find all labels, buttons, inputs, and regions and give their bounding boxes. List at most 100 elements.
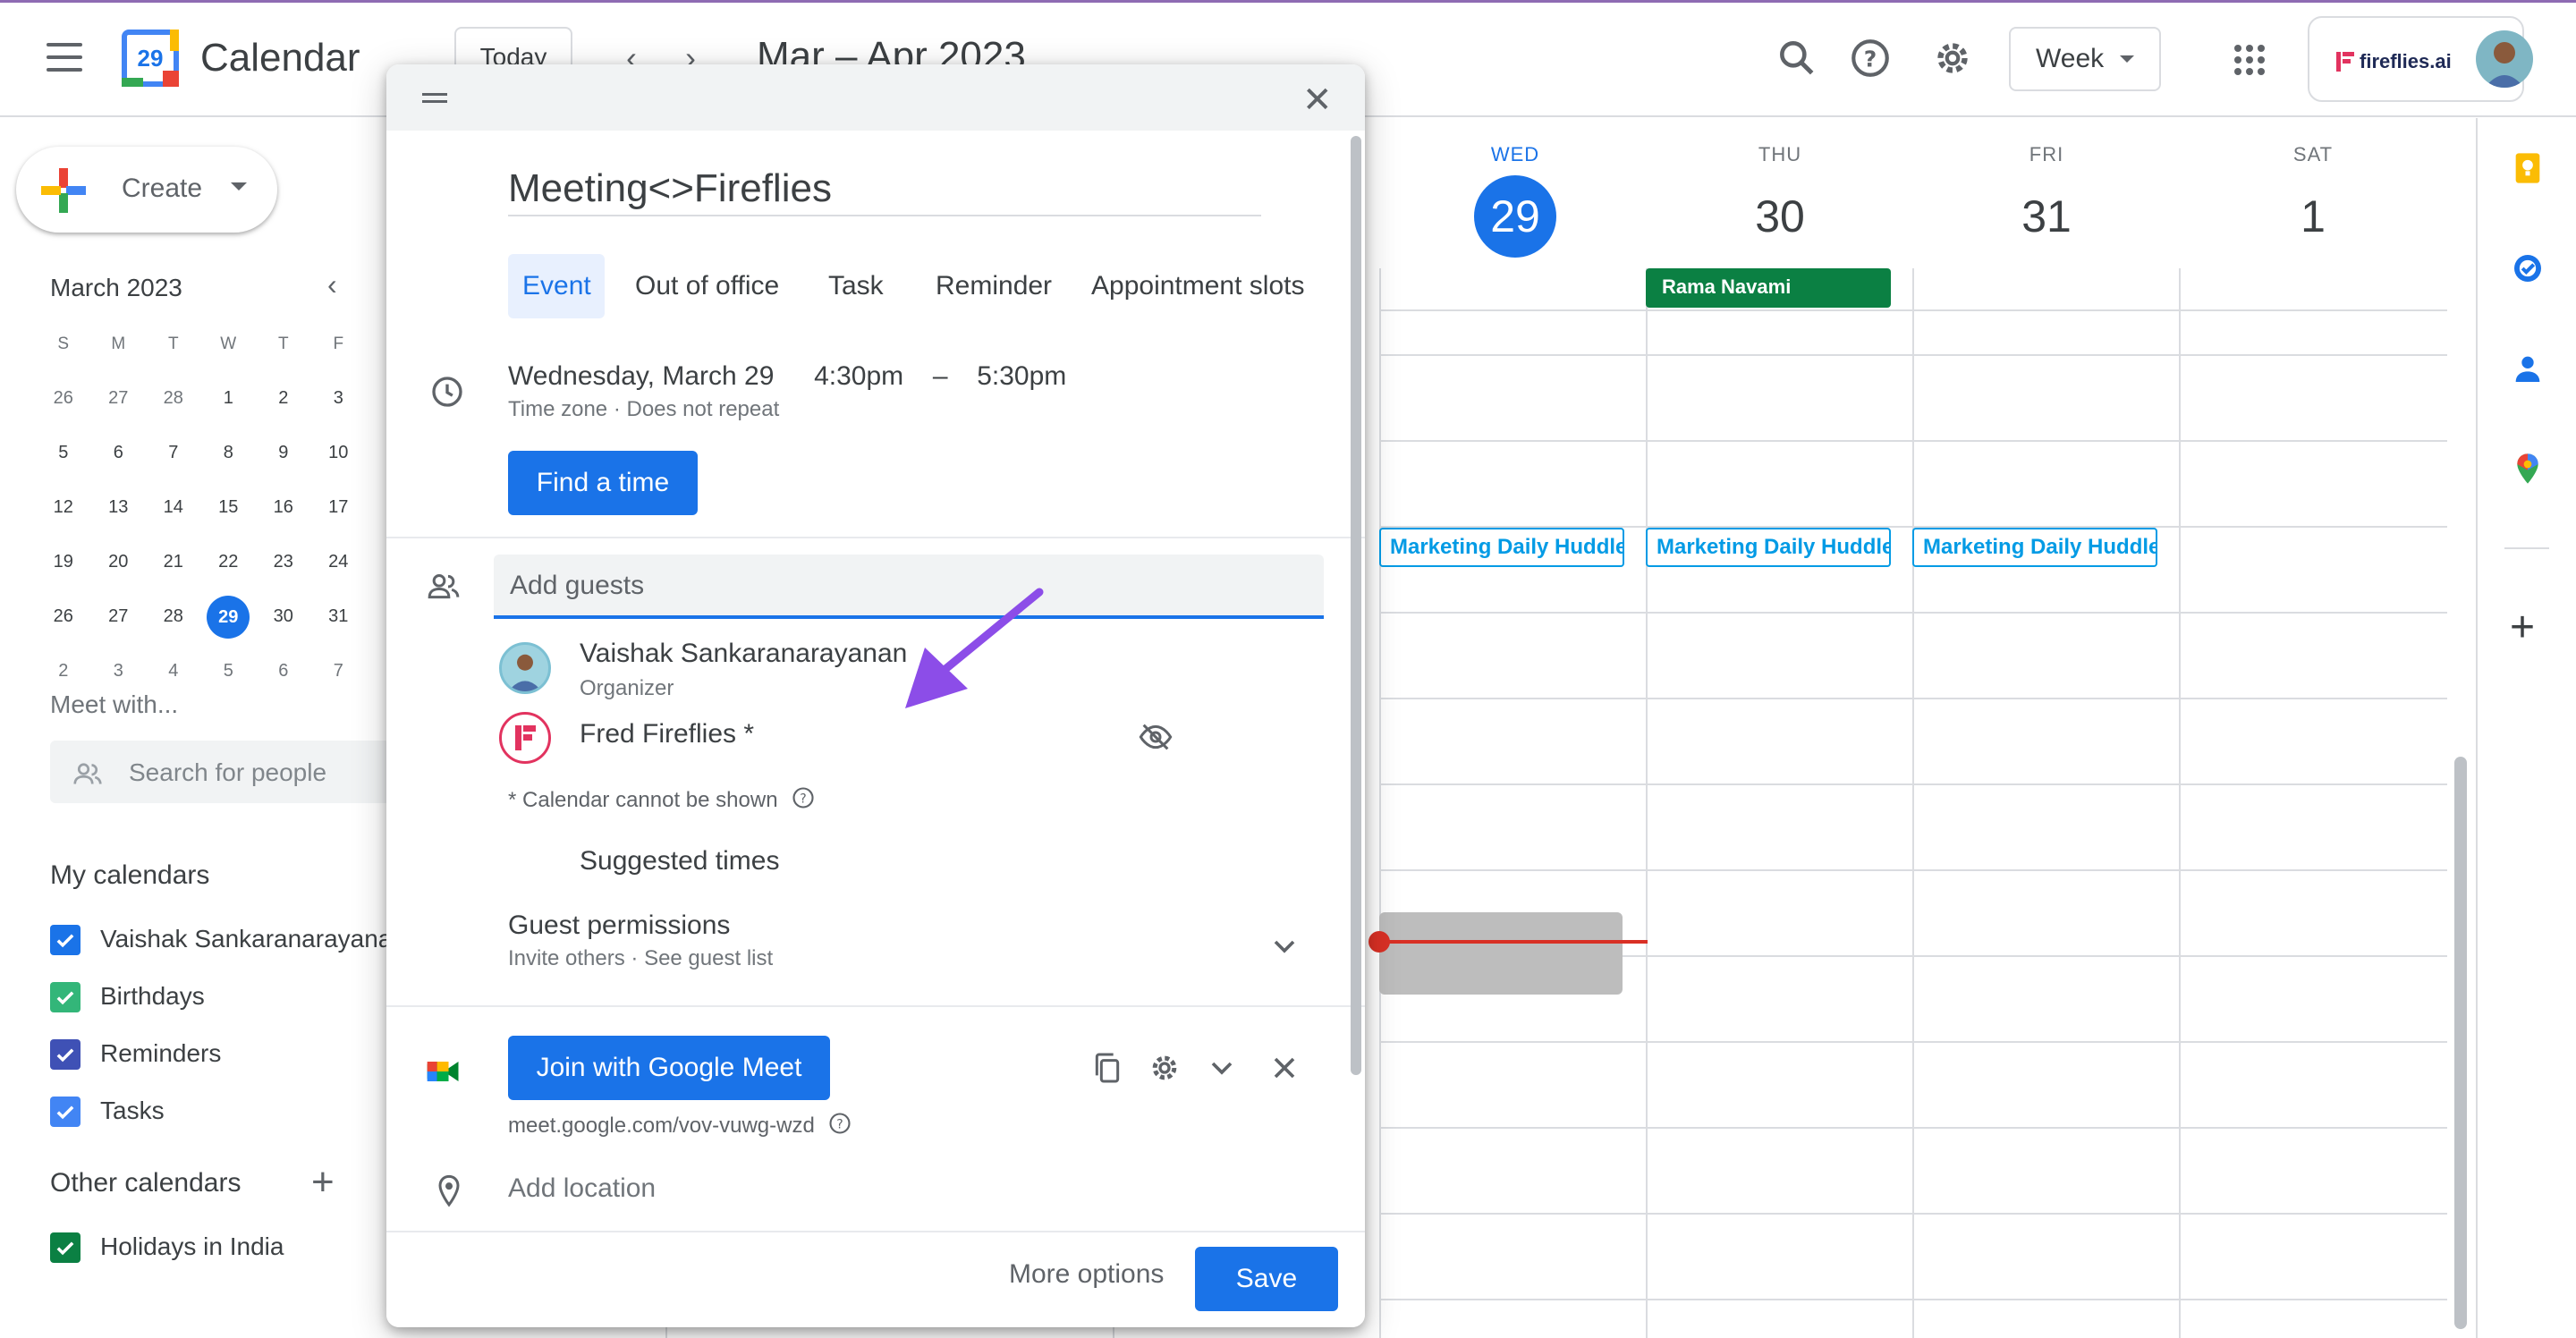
calendar-checkbox[interactable] [50,982,80,1012]
maps-icon[interactable] [2510,451,2546,487]
mini-day[interactable]: 4 [146,661,201,682]
add-location-input[interactable]: Add location [508,1173,656,1204]
meet-link[interactable]: meet.google.com/vov-vuwg-wzd ? [508,1111,852,1142]
main-menu-icon[interactable] [47,43,82,72]
mini-day[interactable]: 3 [91,661,147,682]
event-chip[interactable]: Marketing Daily Huddle [1912,528,2157,567]
mini-day[interactable]: 13 [91,497,147,518]
save-button[interactable]: Save [1195,1247,1338,1311]
mini-day[interactable]: 22 [201,552,257,572]
mini-prev-month-icon[interactable]: ‹ [327,268,337,301]
day-number[interactable]: 31 [2005,175,2088,258]
day-number[interactable]: 1 [2272,175,2354,258]
chevron-down-icon[interactable] [1204,1050,1240,1090]
mini-day[interactable]: 2 [36,661,91,682]
mini-day[interactable]: 15 [201,497,257,518]
mini-day[interactable]: 16 [256,497,311,518]
mini-day[interactable]: 17 [311,497,367,518]
event-datetime[interactable]: Wednesday, March 29 4:30pm – 5:30pm [508,361,1066,392]
mini-day[interactable]: 28 [146,388,201,409]
account-avatar[interactable] [2476,30,2533,88]
mini-day[interactable]: 5 [36,443,91,463]
mini-day[interactable]: 20 [91,552,147,572]
view-selector[interactable]: Week [2009,27,2161,91]
mini-day[interactable]: 9 [256,443,311,463]
remove-meet-close-icon[interactable] [1267,1050,1302,1090]
day-header[interactable]: FRI 31 [1914,143,2179,258]
draft-event-block[interactable] [1379,912,1623,995]
help-icon[interactable]: ? [791,785,816,817]
calendar-checkbox[interactable] [50,1232,80,1263]
day-header[interactable]: THU 30 [1648,143,1912,258]
settings-gear-icon[interactable] [1930,36,1975,80]
calendar-checkbox[interactable] [50,1039,80,1070]
mini-day[interactable]: 24 [311,552,367,572]
meet-link-text[interactable]: meet.google.com/vov-vuwg-wzd [508,1114,815,1138]
mini-day[interactable]: 31 [311,606,367,627]
drag-handle-icon[interactable] [422,93,447,106]
visibility-off-icon[interactable] [1138,719,1174,759]
mini-day[interactable]: 8 [201,443,257,463]
day-header[interactable]: WED 29 [1383,143,1648,258]
suggested-times-link[interactable]: Suggested times [580,846,779,876]
mini-day[interactable]: 27 [91,388,147,409]
mini-day[interactable]: 12 [36,497,91,518]
chevron-down-icon[interactable] [1267,928,1302,969]
mini-day[interactable]: 19 [36,552,91,572]
create-caret-icon[interactable] [231,182,247,191]
my-calendars-title[interactable]: My calendars [50,860,209,891]
mini-day[interactable]: 6 [256,661,311,682]
tab-task[interactable]: Task [814,254,898,318]
mini-day[interactable]: 26 [36,606,91,627]
mini-day[interactable]: 26 [36,388,91,409]
grid-scrollbar[interactable] [2454,757,2467,1329]
mini-day[interactable]: 28 [146,606,201,627]
event-date[interactable]: Wednesday, March 29 [508,361,774,391]
tab-event[interactable]: Event [508,254,605,318]
mini-day[interactable]: 7 [311,661,367,682]
dialog-drag-bar[interactable] [386,64,1365,131]
event-chip[interactable]: Marketing Daily Huddle [1379,528,1624,567]
tab-appointment-slots[interactable]: Appointment slots [1077,254,1318,318]
mini-day[interactable]: 3 [311,388,367,409]
mini-day[interactable]: 30 [256,606,311,627]
all-day-event[interactable]: Rama Navami [1646,268,1891,308]
close-icon[interactable]: ✕ [1302,82,1333,118]
tab-reminder[interactable]: Reminder [921,254,1066,318]
mini-day[interactable]: 10 [311,443,367,463]
mini-day[interactable]: 6 [91,443,147,463]
keep-icon[interactable] [2510,150,2546,186]
event-title-input[interactable]: Meeting<>Fireflies [508,166,1261,216]
google-apps-icon[interactable] [2234,45,2265,75]
mini-day[interactable]: 7 [146,443,201,463]
calendar-checkbox[interactable] [50,1097,80,1127]
help-icon[interactable]: ? [827,1111,852,1142]
guest-permissions-title[interactable]: Guest permissions [508,910,730,941]
copy-icon[interactable] [1089,1050,1125,1090]
calendar-checkbox[interactable] [50,925,80,955]
timezone-repeat-link[interactable]: Time zone · Does not repeat [508,397,779,422]
event-end-time[interactable]: 5:30pm [977,361,1066,391]
mini-day[interactable]: 27 [91,606,147,627]
mini-day[interactable]: 1 [201,388,257,409]
search-people-input[interactable]: Search for people [50,741,390,803]
find-a-time-button[interactable]: Find a time [508,451,698,515]
more-options-button[interactable]: More options [1009,1259,1164,1290]
day-header[interactable]: SAT 1 [2181,143,2445,258]
tab-out-of-office[interactable]: Out of office [621,254,793,318]
join-google-meet-button[interactable]: Join with Google Meet [508,1036,830,1100]
get-addons-icon[interactable]: + [2510,606,2535,649]
tasks-icon[interactable] [2510,250,2546,286]
search-icon[interactable] [1775,36,1819,80]
add-calendar-icon[interactable]: + [311,1163,335,1202]
meet-settings-gear-icon[interactable] [1147,1050,1182,1090]
mini-day[interactable]: 2 [256,388,311,409]
help-icon[interactable]: ? [1848,36,1893,80]
mini-day[interactable]: 5 [201,661,257,682]
mini-day-selected[interactable]: 29 [201,595,257,639]
day-number[interactable]: 30 [1739,175,1821,258]
dialog-scrollbar[interactable] [1351,136,1361,1075]
mini-day[interactable]: 21 [146,552,201,572]
mini-day[interactable]: 23 [256,552,311,572]
event-chip[interactable]: Marketing Daily Huddle [1646,528,1891,567]
